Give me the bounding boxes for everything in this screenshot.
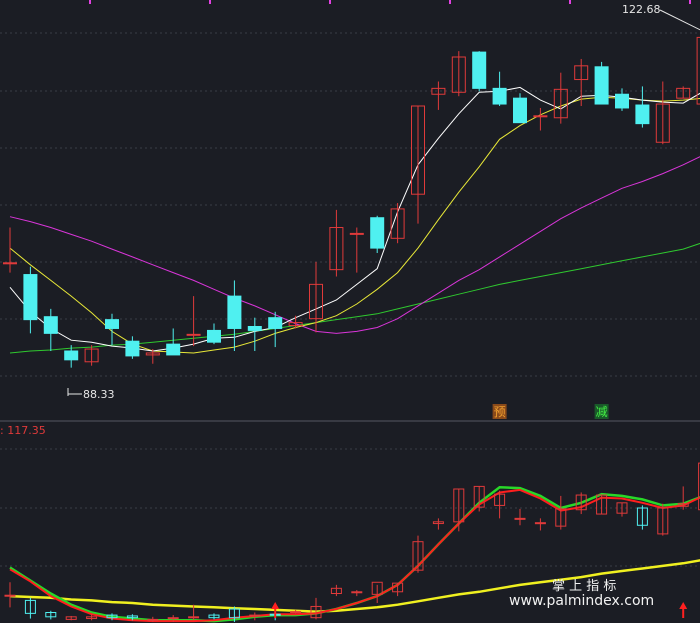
candle-body bbox=[186, 333, 201, 336]
main-candles bbox=[3, 9, 700, 396]
candle-body bbox=[23, 274, 38, 321]
ma60-line bbox=[9, 242, 700, 354]
candle-body bbox=[227, 295, 242, 329]
candle-body bbox=[635, 104, 650, 125]
ma10-line bbox=[9, 96, 700, 354]
low-price-label: 88.33 bbox=[83, 388, 115, 401]
indicator-candle-body bbox=[351, 591, 363, 594]
buy-arrow-head bbox=[679, 602, 688, 609]
candle-body bbox=[370, 217, 385, 249]
candle-body bbox=[594, 66, 609, 105]
buy-arrow-head bbox=[271, 602, 280, 609]
candle-body bbox=[268, 317, 283, 329]
indicator-candle-body bbox=[147, 618, 159, 621]
ma5-line bbox=[9, 86, 700, 352]
indicator-candle-body bbox=[534, 522, 546, 525]
candle-body bbox=[105, 319, 119, 329]
candle-body bbox=[43, 316, 58, 334]
candle-body bbox=[64, 350, 79, 361]
watermark-title: 掌 上 指 标 bbox=[552, 579, 616, 594]
candle-body bbox=[615, 93, 629, 109]
candle-body bbox=[513, 97, 527, 124]
indicator-candle-body bbox=[167, 617, 179, 620]
moving-average-lines bbox=[9, 86, 700, 354]
high-pointer bbox=[659, 9, 700, 31]
indicator-candle-body bbox=[514, 517, 526, 520]
marker-text: 减 bbox=[596, 405, 608, 419]
candle-body bbox=[166, 343, 181, 356]
candle-body bbox=[492, 87, 507, 105]
indicator-candle-body bbox=[188, 616, 200, 619]
candle-body bbox=[247, 326, 262, 331]
indicator-value-label: : 117.35 bbox=[0, 424, 46, 437]
candle-body bbox=[472, 51, 487, 89]
candle-body bbox=[125, 340, 140, 357]
ma20-line bbox=[9, 156, 700, 334]
candle-body bbox=[533, 115, 548, 118]
marker-text: 预 bbox=[494, 405, 506, 419]
candle-body bbox=[207, 329, 221, 343]
event-markers: 预减 bbox=[492, 404, 609, 419]
stock-chart: 预减 122.68 88.33 : 117.35 掌 上 指 标 www.pal… bbox=[0, 0, 700, 623]
candle-body bbox=[349, 232, 364, 235]
indicator-candle-body bbox=[249, 614, 261, 617]
indicator-candle-body bbox=[290, 611, 302, 614]
indicator-candle-body bbox=[4, 594, 16, 597]
high-price-label: 122.68 bbox=[622, 3, 661, 16]
candle-body bbox=[3, 262, 17, 265]
watermark-url: www.palmindex.com bbox=[509, 593, 654, 609]
